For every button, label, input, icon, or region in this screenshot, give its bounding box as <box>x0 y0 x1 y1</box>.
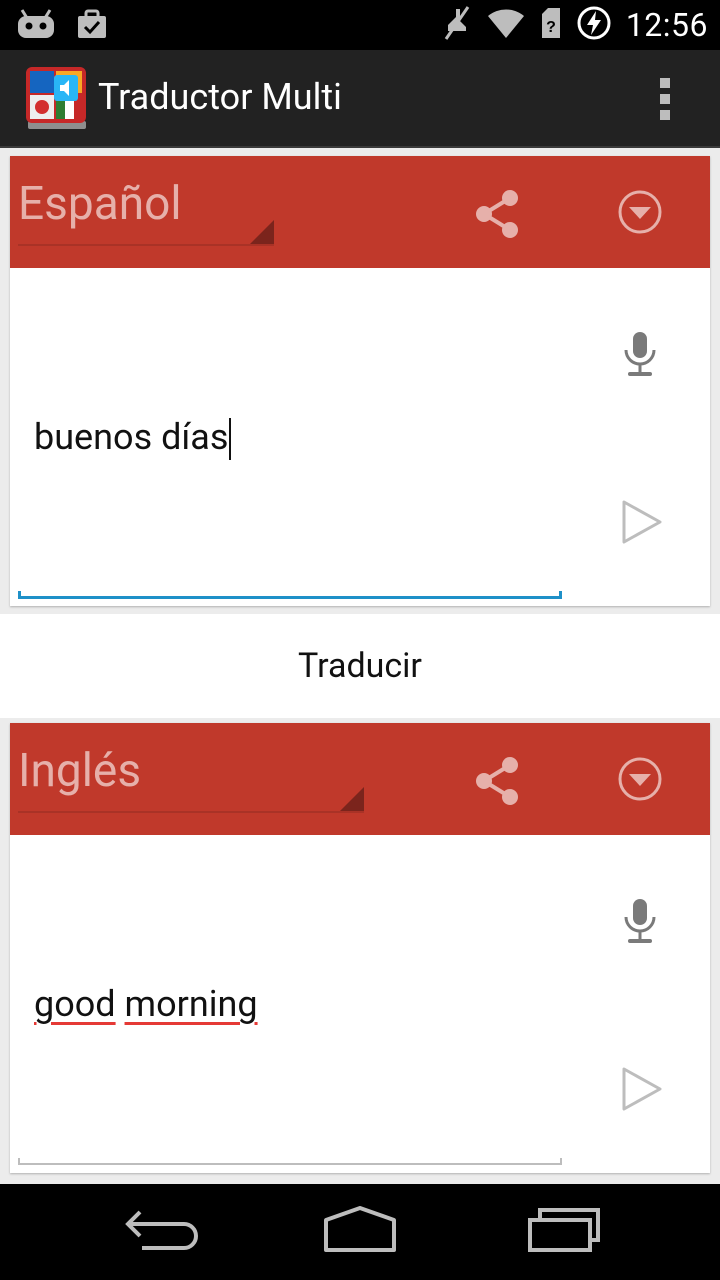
action-bar: Traductor Multi <box>0 50 720 148</box>
spinner-arrow-icon <box>340 787 364 811</box>
microphone-icon[interactable] <box>620 330 660 378</box>
target-panel-header: Inglés <box>10 723 710 835</box>
microphone-icon[interactable] <box>620 897 660 945</box>
home-icon[interactable] <box>320 1206 400 1256</box>
task-done-icon <box>76 8 108 44</box>
navigation-bar <box>0 1184 720 1280</box>
source-panel: Español buenos días <box>10 156 710 606</box>
play-icon[interactable] <box>618 498 666 546</box>
wifi-icon <box>486 6 526 44</box>
android-debug-icon <box>16 8 56 44</box>
target-word: morning <box>124 983 258 1025</box>
source-text: buenos días <box>34 416 229 458</box>
source-language-label: Español <box>18 177 182 231</box>
share-icon[interactable] <box>470 753 526 809</box>
target-text-output[interactable]: good morning <box>34 983 258 1025</box>
target-language-label: Inglés <box>18 744 142 798</box>
translate-button-label: Traducir <box>298 646 422 686</box>
translate-button[interactable]: Traducir <box>0 614 720 718</box>
overflow-menu-icon[interactable] <box>650 78 680 120</box>
text-cursor <box>229 418 232 461</box>
dropdown-circle-icon[interactable] <box>616 755 664 803</box>
battery-charging-icon <box>576 5 612 45</box>
target-panel: Inglés good morning <box>10 723 710 1173</box>
source-input-underline <box>18 591 562 599</box>
source-text-input[interactable]: buenos días <box>34 416 232 461</box>
target-language-spinner[interactable]: Inglés <box>18 741 364 813</box>
recents-icon[interactable] <box>524 1206 604 1256</box>
dropdown-circle-icon[interactable] <box>616 188 664 236</box>
share-icon[interactable] <box>470 186 526 242</box>
back-icon[interactable] <box>120 1206 200 1256</box>
svg-text:?: ? <box>546 19 556 36</box>
sim-icon: ? <box>540 6 562 44</box>
silent-icon <box>442 5 472 45</box>
status-bar: ? 12:56 <box>0 0 720 50</box>
app-title: Traductor Multi <box>98 76 342 118</box>
source-language-spinner[interactable]: Español <box>18 174 274 246</box>
status-time: 12:56 <box>625 6 708 44</box>
source-panel-header: Español <box>10 156 710 268</box>
play-icon[interactable] <box>618 1065 666 1113</box>
spinner-arrow-icon <box>250 220 274 244</box>
target-word: good <box>34 983 116 1025</box>
flags-book-icon[interactable] <box>24 65 90 131</box>
target-input-underline <box>18 1158 562 1165</box>
